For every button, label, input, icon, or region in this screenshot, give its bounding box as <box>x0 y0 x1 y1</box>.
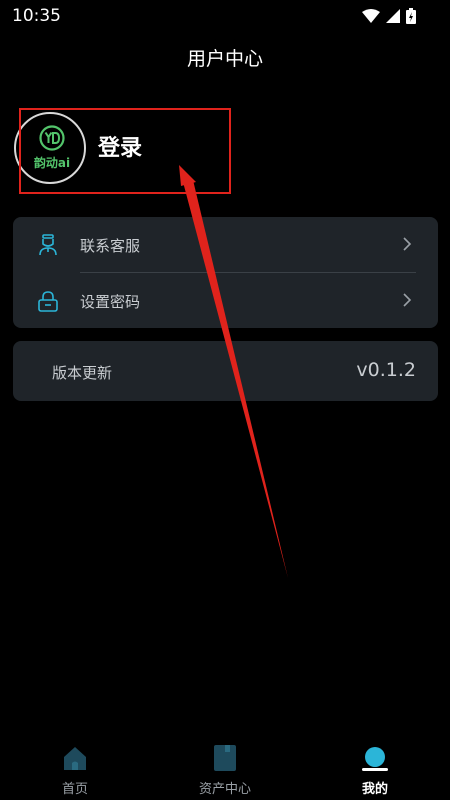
tab-label: 我的 <box>361 782 388 797</box>
menu-item-label: 设置密码 <box>80 293 141 311</box>
tab-asset-center[interactable]: 资产中心 <box>150 740 300 800</box>
wifi-icon <box>362 9 380 23</box>
active-tab-indicator <box>362 768 388 771</box>
status-icons <box>362 8 416 24</box>
status-time: 10:35 <box>12 6 61 26</box>
lock-icon <box>38 291 58 312</box>
annotation-highlight-box <box>19 108 231 194</box>
asset-book-icon <box>214 745 236 771</box>
tab-label: 首页 <box>61 782 88 797</box>
chevron-right-icon <box>403 293 412 307</box>
status-bar: 10:35 <box>0 0 450 32</box>
menu-item-label: 联系客服 <box>80 237 141 255</box>
version-value: v0.1.2 <box>356 359 416 381</box>
menu-item-contact-support[interactable]: 联系客服 <box>13 217 438 273</box>
version-label: 版本更新 <box>52 364 113 382</box>
home-icon <box>64 747 86 770</box>
page-title: 用户中心 <box>186 48 263 70</box>
menu-item-set-password[interactable]: 设置密码 <box>13 273 438 329</box>
tab-home[interactable]: 首页 <box>0 740 150 800</box>
customer-service-icon <box>39 234 57 256</box>
tab-label: 资产中心 <box>198 782 251 797</box>
version-update-row[interactable]: 版本更新 v0.1.2 <box>13 341 438 401</box>
bottom-tab-bar: 首页 资产中心 我的 <box>0 740 450 800</box>
menu-card: 联系客服 设置密码 <box>13 217 438 328</box>
chevron-right-icon <box>403 237 412 251</box>
battery-icon <box>406 8 416 24</box>
tab-mine[interactable]: 我的 <box>300 740 450 800</box>
signal-icon <box>386 9 400 23</box>
